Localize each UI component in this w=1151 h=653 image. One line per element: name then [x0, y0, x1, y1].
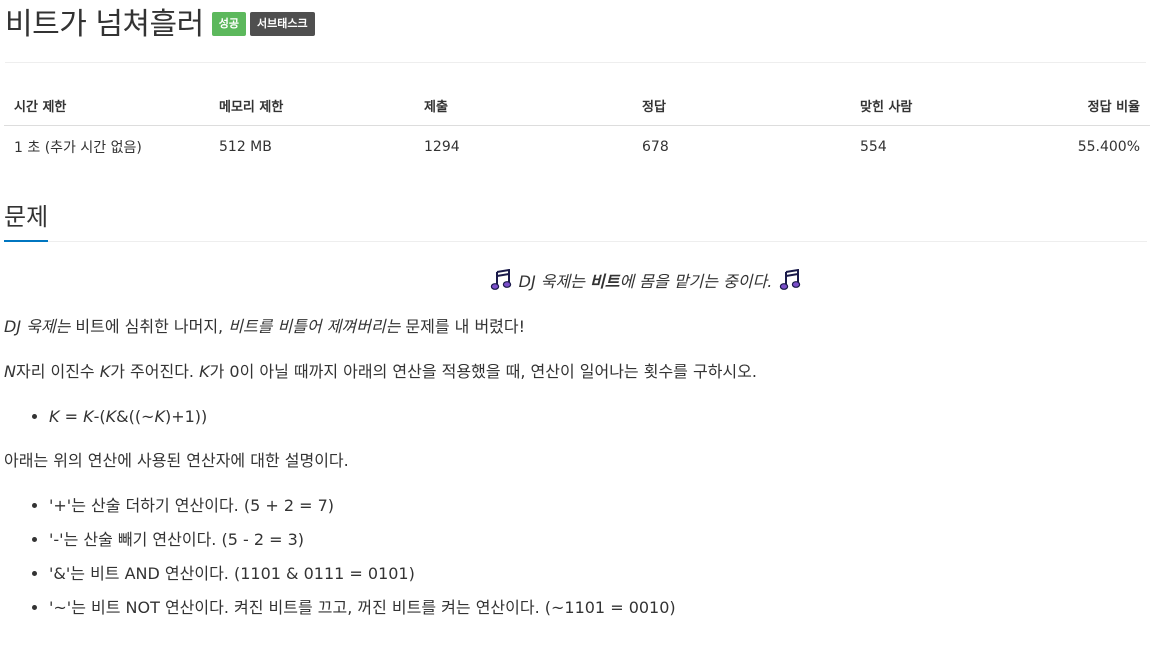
problem-description: DJ 욱제는 비트에 몸을 맡기는 중이다. DJ 욱제는 비트에 심취한 나머…: [4, 269, 1147, 620]
status-badge-subtask: 서브태스크: [250, 12, 315, 36]
section-title: 문제: [4, 197, 49, 242]
header-submissions: 제출: [414, 87, 632, 126]
list-item: '~'는 비트 NOT 연산이다. 켜진 비트를 끄고, 꺼진 비트를 켜는 연…: [49, 596, 1147, 620]
memory-limit-value: 512 MB: [219, 139, 272, 155]
ops-intro: 아래는 위의 연산에 사용된 연산자에 대한 설명이다.: [4, 451, 349, 470]
statement-text-b: 비트에 심취한 나머지,: [70, 317, 229, 336]
var-k: K: [83, 407, 94, 426]
intro-text-a: DJ 욱제는: [518, 272, 591, 291]
text: -(: [93, 407, 106, 426]
var-k: K: [49, 407, 60, 426]
status-badge-success: 성공: [211, 12, 246, 36]
formula-item: K = K-(K&((~K)+1)): [49, 405, 1147, 429]
formula-list: K = K-(K&((~K)+1)): [4, 405, 1147, 429]
solvers-value: 554: [860, 139, 887, 155]
intro-text-c: 에 몸을 맡기는 중이다.: [619, 272, 773, 291]
accepted-value: 678: [642, 139, 669, 155]
problem-info-table: 시간 제한 메모리 제한 제출 정답 맞힌 사람 정답 비율 1 초 (추가 시…: [4, 87, 1150, 166]
table-row: 1 초 (추가 시간 없음) 512 MB 1294 678 554 55.40…: [4, 126, 1150, 167]
var-n: N: [4, 362, 16, 381]
problem-header: 비트가 넘쳐흘러 성공 서브태스크: [5, 0, 1146, 63]
header-memory-limit: 메모리 제한: [209, 87, 414, 126]
intro-text-bold: 비트: [590, 272, 620, 291]
statement-italic-a: DJ 욱제는: [4, 317, 71, 336]
intro-line: DJ 욱제는 비트에 몸을 맡기는 중이다.: [4, 269, 1147, 294]
header-solvers: 맞힌 사람: [850, 87, 1060, 126]
problem-page: 비트가 넘쳐흘러 성공 서브태스크 시간 제한 메모리 제한 제출 정답 맞힌 …: [0, 0, 1151, 620]
time-limit-value: 1 초 (추가 시간 없음): [14, 140, 142, 156]
var-k: K: [154, 407, 165, 426]
header-accept-ratio: 정답 비율: [1060, 87, 1150, 126]
statement-line-2: N자리 이진수 K가 주어진다. K가 0이 아닐 때까지 아래의 연산을 적용…: [4, 360, 1147, 384]
accept-ratio-value: 55.400%: [1077, 139, 1140, 155]
page-title: 비트가 넘쳐흘러: [5, 7, 204, 42]
text: )+1)): [164, 407, 208, 426]
var-k: K: [105, 407, 117, 426]
text: &((~: [116, 407, 155, 426]
statement-italic-c: 비트를 비틀어 제껴버리는: [228, 317, 401, 336]
statement-line-1: DJ 욱제는 비트에 심취한 나머지, 비트를 비틀어 제껴버리는 문제를 내 …: [4, 315, 1147, 339]
header-time-limit: 시간 제한: [4, 87, 209, 126]
submissions-value: 1294: [424, 139, 460, 155]
music-notes-icon: [780, 269, 801, 290]
list-item: '&'는 비트 AND 연산이다. (1101 & 0111 = 0101): [49, 562, 1147, 586]
statement-text-d: 문제를 내 버렸다!: [400, 317, 526, 336]
problem-section-header: 문제: [4, 202, 1147, 242]
header-accepted: 정답: [632, 87, 850, 126]
list-item: '-'는 산술 빼기 연산이다. (5 - 2 = 3): [49, 528, 1147, 552]
var-k: K: [199, 362, 210, 381]
list-item: '+'는 산술 더하기 연산이다. (5 + 2 = 7): [49, 494, 1147, 518]
operator-list: '+'는 산술 더하기 연산이다. (5 + 2 = 7) '-'는 산술 빼기…: [4, 494, 1147, 620]
text: =: [59, 407, 84, 426]
music-notes-icon: [490, 269, 511, 290]
text: 자리 이진수: [15, 362, 100, 381]
var-k: K: [99, 362, 111, 381]
text: 가 주어진다.: [110, 362, 200, 381]
text: 가 0이 아닐 때까지 아래의 연산을 적용했을 때, 연산이 일어나는 횟수를…: [209, 362, 757, 381]
table-header-row: 시간 제한 메모리 제한 제출 정답 맞힌 사람 정답 비율: [4, 87, 1150, 126]
